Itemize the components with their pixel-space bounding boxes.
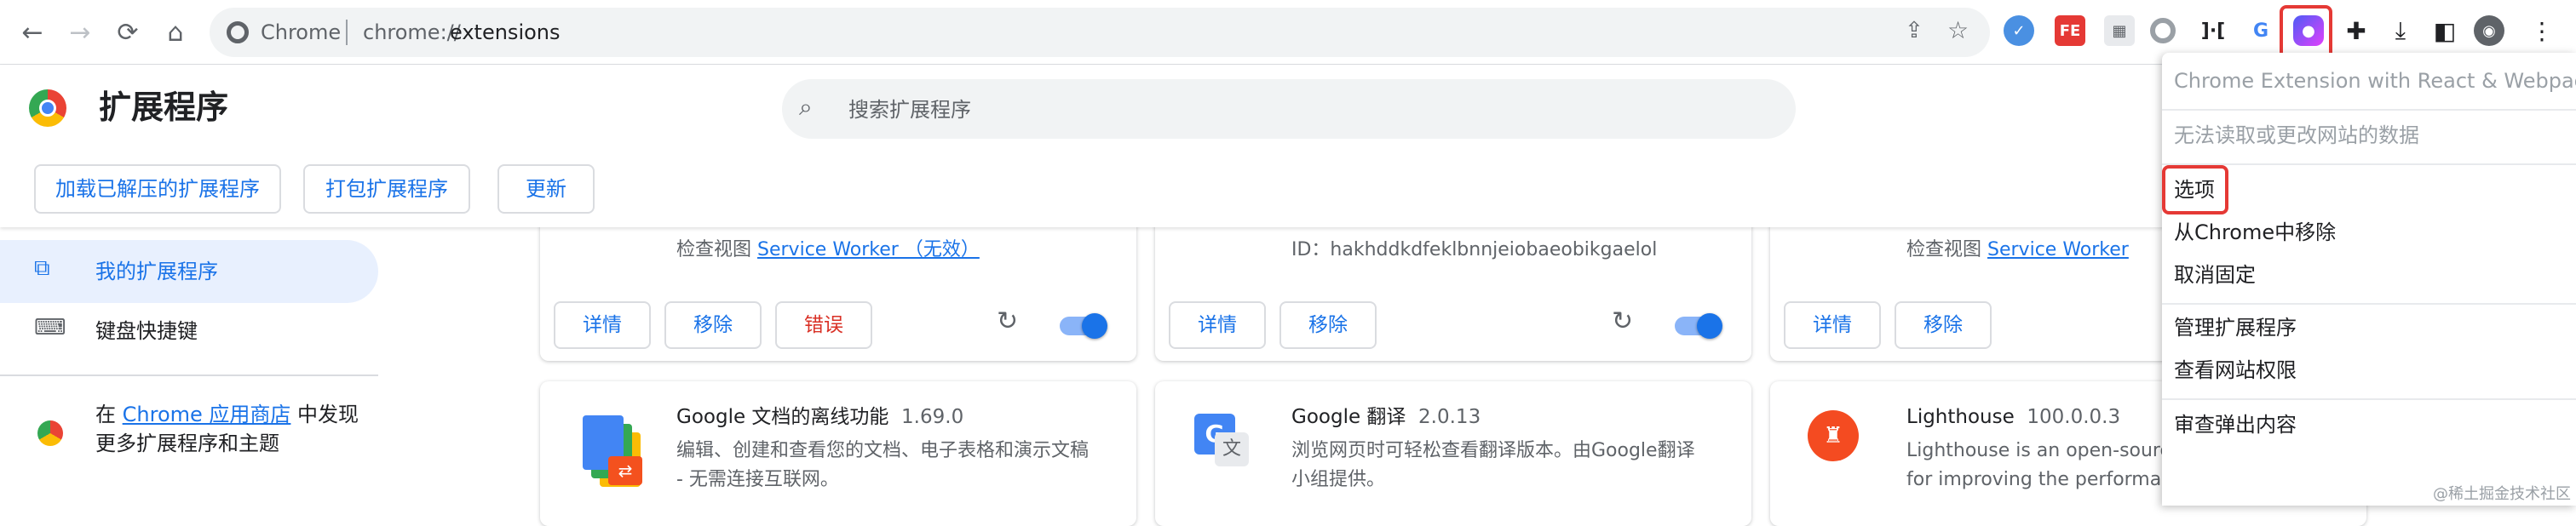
extension-description: 编辑、创建和查看您的文档、电子表格和演示文稿 bbox=[676, 440, 1090, 461]
inspect-views: 检查视图 Service Worker （无效） bbox=[676, 239, 980, 260]
extension-version: 2.0.13 bbox=[1418, 406, 1481, 428]
bookmark-star-icon[interactable]: ☆ bbox=[1947, 16, 1969, 44]
extension-id: ID：hakhddkdfeklbnnjeiobaeobikgaelol bbox=[1291, 239, 1658, 260]
extension-name: Google 翻译 2.0.13 bbox=[1291, 406, 1481, 428]
translate-g-ext-icon[interactable]: G bbox=[2245, 15, 2276, 46]
home-icon[interactable]: ⌂ bbox=[157, 14, 194, 51]
menu-item-unpin[interactable]: 取消固定 bbox=[2174, 260, 2256, 289]
translate-ext-icon[interactable]: ✓ bbox=[2004, 15, 2034, 46]
menu-kebab-icon[interactable]: ⋮ bbox=[2527, 15, 2557, 46]
page-title: 扩展程序 bbox=[99, 89, 229, 126]
extension-version: 100.0.0.3 bbox=[2027, 406, 2121, 428]
puzzle-icon: ⧉ bbox=[34, 255, 50, 281]
fe-ext-label: FE bbox=[2059, 21, 2081, 40]
toggle-thumb bbox=[1082, 313, 1107, 339]
extension-name: Google 文档的离线功能 1.69.0 bbox=[676, 406, 964, 428]
menu-item-inspect-popup[interactable]: 审查弹出内容 bbox=[2174, 410, 2297, 439]
remove-button[interactable]: 移除 bbox=[1279, 301, 1377, 349]
service-worker-link[interactable]: Service Worker bbox=[1987, 239, 2129, 260]
inspect-views: 检查视图 Service Worker bbox=[1906, 239, 2129, 260]
extension-description-line2: - 无需连接互联网。 bbox=[676, 469, 839, 490]
offline-badge-icon: ⇄ bbox=[608, 456, 642, 485]
address-bar[interactable]: Chrome chrome:// extensions ⇪ ☆ bbox=[210, 8, 1990, 57]
bracket-ext-icon[interactable]: ]·[ bbox=[2198, 15, 2228, 46]
share-icon[interactable]: ⇪ bbox=[1905, 18, 1923, 43]
webstore-promo-line2: 更多扩展程序和主题 bbox=[95, 432, 279, 455]
chrome-logo bbox=[29, 89, 66, 127]
extension-version: 1.69.0 bbox=[901, 406, 964, 428]
sidebar-divider bbox=[0, 374, 378, 376]
chrome-site-icon bbox=[227, 21, 249, 43]
lighthouse-icon: ♜ bbox=[1808, 410, 1859, 461]
extension-name: Lighthouse 100.0.0.3 bbox=[1906, 406, 2121, 428]
highlight-ext-icon-box bbox=[2280, 5, 2332, 60]
highlight-options-box bbox=[2162, 165, 2228, 214]
menu-site-access-note: 无法读取或更改网站的数据 bbox=[2174, 123, 2419, 147]
puzzle-extensions-icon[interactable]: ✚ bbox=[2341, 15, 2372, 46]
details-button[interactable]: 详情 bbox=[554, 301, 651, 349]
download-icon[interactable]: ⤓ bbox=[2385, 15, 2416, 46]
errors-button[interactable]: 错误 bbox=[775, 301, 872, 349]
dashboard-ext-icon[interactable]: ▦ bbox=[2104, 15, 2135, 46]
fe-ext-icon[interactable]: FE bbox=[2055, 15, 2085, 46]
reload-icon[interactable]: ⟳ bbox=[109, 14, 147, 51]
remove-button[interactable]: 移除 bbox=[1895, 301, 1992, 349]
menu-item-remove[interactable]: 从Chrome中移除 bbox=[2174, 218, 2336, 247]
menu-item-manage[interactable]: 管理扩展程序 bbox=[2174, 313, 2297, 342]
extension-card: ⇄ Google 文档的离线功能 1.69.0 编辑、创建和查看您的文档、电子表… bbox=[540, 381, 1136, 526]
service-worker-link[interactable]: Service Worker （无效） bbox=[757, 239, 980, 260]
omnibox-divider bbox=[346, 20, 348, 45]
webstore-link[interactable]: Chrome 应用商店 bbox=[123, 403, 291, 426]
toggle-thumb bbox=[1697, 313, 1722, 339]
reload-extension-icon[interactable]: ↻ bbox=[997, 306, 1018, 336]
extension-card: G 文 Google 翻译 2.0.13 浏览网页时可轻松查看翻译版本。由Goo… bbox=[1155, 381, 1751, 526]
omnibox-path: extensions bbox=[450, 20, 561, 44]
load-unpacked-button[interactable]: 加载已解压的扩展程序 bbox=[34, 164, 281, 214]
menu-separator bbox=[2162, 303, 2576, 305]
extension-description-line2: 小组提供。 bbox=[1291, 469, 1386, 490]
back-icon[interactable]: ← bbox=[14, 14, 51, 51]
menu-item-site-permissions[interactable]: 查看网站权限 bbox=[2174, 356, 2297, 385]
circle-ext-icon[interactable] bbox=[2150, 18, 2176, 43]
extension-description: 浏览网页时可轻松查看翻译版本。由Google翻译 bbox=[1291, 440, 1695, 461]
webstore-icon bbox=[37, 420, 63, 446]
keyboard-icon: ⌨ bbox=[34, 315, 66, 340]
sidebar-item-shortcuts[interactable]: 键盘快捷键 bbox=[95, 317, 198, 346]
reload-extension-icon[interactable]: ↻ bbox=[1612, 306, 1633, 336]
update-button[interactable]: 更新 bbox=[497, 164, 595, 214]
omnibox-scheme: chrome:// bbox=[363, 20, 461, 44]
omnibox-site-label: Chrome bbox=[261, 20, 342, 44]
sidebar-item-my-extensions[interactable]: 我的扩展程序 bbox=[95, 257, 218, 286]
forward-icon[interactable]: → bbox=[61, 14, 99, 51]
search-icon: ⌕ bbox=[799, 93, 813, 121]
profile-avatar[interactable]: ◉ bbox=[2474, 15, 2504, 46]
webstore-promo-line1: 在 Chrome 应用商店 中发现 bbox=[95, 403, 359, 426]
details-button[interactable]: 详情 bbox=[1169, 301, 1266, 349]
extension-context-menu: Chrome Extension with React & Webpack 无法… bbox=[2162, 53, 2576, 506]
pack-extension-button[interactable]: 打包扩展程序 bbox=[303, 164, 470, 214]
menu-separator bbox=[2162, 398, 2576, 400]
search-input[interactable]: 搜索扩展程序 bbox=[848, 94, 971, 125]
details-button[interactable]: 详情 bbox=[1784, 301, 1881, 349]
watermark: @稀土掘金技术社区 bbox=[2433, 485, 2571, 503]
menu-separator bbox=[2162, 109, 2576, 111]
translate-wen-icon: 文 bbox=[1215, 432, 1249, 466]
remove-button[interactable]: 移除 bbox=[664, 301, 762, 349]
menu-extension-title: Chrome Extension with React & Webpack bbox=[2174, 69, 2576, 93]
side-panel-icon[interactable]: ◧ bbox=[2429, 15, 2460, 46]
